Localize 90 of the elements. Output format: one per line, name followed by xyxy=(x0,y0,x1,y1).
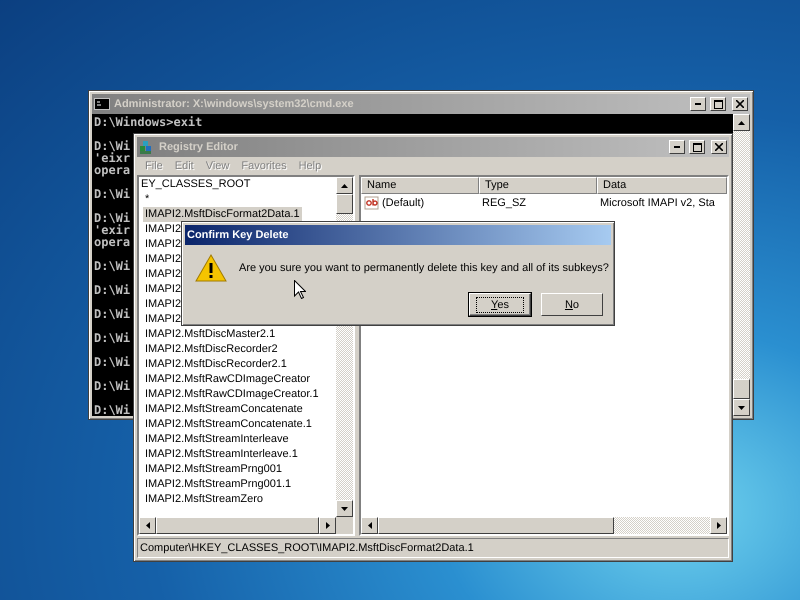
console-line: D:\Wi xyxy=(94,284,130,296)
tree-item[interactable]: IMAPI2.MsftStreamPrng001.1 xyxy=(143,477,294,492)
scroll-right-button[interactable] xyxy=(710,517,727,534)
minimize-button[interactable] xyxy=(669,140,685,154)
window-title: Administrator: X:\windows\system32\cmd.exe xyxy=(114,98,355,110)
scroll-thumb[interactable] xyxy=(156,517,319,534)
warning-icon xyxy=(195,253,227,283)
tree-item[interactable]: IMAPI2.MsftDiscRecorder2.1 xyxy=(143,357,289,372)
tree-item[interactable]: IMAPI2.MsftStreamZero xyxy=(143,492,265,507)
tree-item[interactable]: IMAPI2.MsftStreamInterleave xyxy=(143,432,291,447)
tree-item[interactable]: IMAPI2 xyxy=(143,252,184,267)
arrow-up-icon xyxy=(341,184,348,188)
tree-item[interactable]: IMAPI2 xyxy=(143,267,184,282)
scroll-up-button[interactable] xyxy=(733,114,750,131)
tree-item[interactable]: IMAPI2.MsftDiscRecorder2 xyxy=(143,342,280,357)
console-line: D:\Wi xyxy=(94,380,130,392)
minimize-button[interactable] xyxy=(690,97,706,111)
scroll-thumb[interactable] xyxy=(378,517,614,534)
close-icon xyxy=(715,143,723,151)
tree-item[interactable]: IMAPI2.MsftRawCDImageCreator.1 xyxy=(143,387,321,402)
arrow-right-icon xyxy=(326,522,330,529)
console-line: opera xyxy=(94,164,130,176)
tree-item[interactable]: IMAPI2.MsftStreamConcatenate xyxy=(143,402,305,417)
console-line: D:\Wi xyxy=(94,356,130,368)
tree-item[interactable]: IMAPI2.MsftStreamConcatenate.1 xyxy=(143,417,314,432)
column-header[interactable]: Data xyxy=(597,177,727,194)
console-line: 'eixr xyxy=(94,152,130,164)
tree-item[interactable]: IMAPI2 xyxy=(143,297,184,312)
scroll-right-button[interactable] xyxy=(319,517,336,534)
scrollbar[interactable] xyxy=(139,517,353,534)
scroll-up-button[interactable] xyxy=(336,177,353,194)
tree-item[interactable]: IMAPI2.MsftRawCDImageCreator xyxy=(143,372,312,387)
maximize-icon xyxy=(714,100,722,108)
close-button[interactable] xyxy=(732,97,748,111)
close-button[interactable] xyxy=(711,140,727,154)
console-line: D:\Wi xyxy=(94,140,130,152)
tree-item[interactable]: IMAPI2 xyxy=(143,222,184,237)
console-line: D:\Wi xyxy=(94,332,130,344)
scroll-thumb[interactable] xyxy=(336,194,353,214)
scroll-left-button[interactable] xyxy=(139,517,156,534)
scroll-thumb[interactable] xyxy=(733,379,750,399)
console-line: opera xyxy=(94,236,130,248)
console-line: 'exir xyxy=(94,224,130,236)
console-line: D:\Wi xyxy=(94,308,130,320)
minimize-icon xyxy=(695,103,701,105)
dialog-message: Are you sure you want to permanently delete this key and all of its subkeys? xyxy=(239,262,609,274)
value-data: Microsoft IMAPI v2, Sta xyxy=(600,197,715,209)
scroll-down-button[interactable] xyxy=(336,500,353,517)
arrow-left-icon xyxy=(146,522,150,529)
arrow-down-icon xyxy=(738,406,745,410)
close-icon xyxy=(736,100,744,108)
minimize-icon xyxy=(674,146,680,148)
column-header[interactable]: Name xyxy=(361,177,479,194)
column-header[interactable]: Type xyxy=(479,177,597,194)
console-icon xyxy=(94,98,110,110)
scrollbar[interactable] xyxy=(733,114,750,416)
status-bar: Computer\HKEY_CLASSES_ROOT\IMAPI2.MsftDiscFormat2Data.1 xyxy=(137,538,729,558)
console-line: D:\Wi xyxy=(94,260,130,272)
tree-item[interactable]: IMAPI2.MsftStreamInterleave.1 xyxy=(143,447,300,462)
tree-item[interactable]: IMAPI2 xyxy=(143,282,184,297)
arrow-up-icon xyxy=(738,120,745,124)
tree-item[interactable]: IMAPI2 xyxy=(143,312,184,327)
tree-item[interactable]: IMAPI2.MsftDiscMaster2.1 xyxy=(143,327,278,342)
dialog-title: Confirm Key Delete xyxy=(187,229,290,241)
value-type: REG_SZ xyxy=(482,197,526,209)
arrow-down-icon xyxy=(341,506,348,510)
maximize-button[interactable] xyxy=(710,97,726,111)
scrollbar[interactable] xyxy=(361,517,727,534)
tree-item[interactable]: EY_CLASSES_ROOT xyxy=(139,177,252,192)
arrow-left-icon xyxy=(368,522,372,529)
dialog-button[interactable]: No xyxy=(541,293,603,316)
console-line: D:\Wi xyxy=(94,188,130,200)
maximize-icon xyxy=(692,142,702,152)
tree-item[interactable]: IMAPI2 xyxy=(143,237,184,252)
scroll-down-button[interactable] xyxy=(733,399,750,416)
string-value-icon xyxy=(364,196,380,210)
scroll-left-button[interactable] xyxy=(361,517,378,534)
tree-item[interactable]: * xyxy=(143,192,152,207)
tree-item[interactable]: IMAPI2.MsftDiscFormat2Data.1 xyxy=(143,207,302,222)
maximize-button[interactable] xyxy=(689,140,705,154)
arrow-right-icon xyxy=(716,522,720,529)
console-line: D:\Windows>exit xyxy=(94,116,202,128)
window-title: Registry Editor xyxy=(159,141,239,153)
value-name: (Default) xyxy=(382,197,424,209)
scrollbar-corner xyxy=(336,517,353,534)
tree-item[interactable]: IMAPI2.MsftStreamPrng001 xyxy=(143,462,284,477)
mouse-pointer-icon xyxy=(294,280,306,299)
console-line: D:\Wi xyxy=(94,404,130,416)
console-line: D:\Wi xyxy=(94,212,130,224)
dialog-button[interactable]: Yes xyxy=(469,293,531,316)
